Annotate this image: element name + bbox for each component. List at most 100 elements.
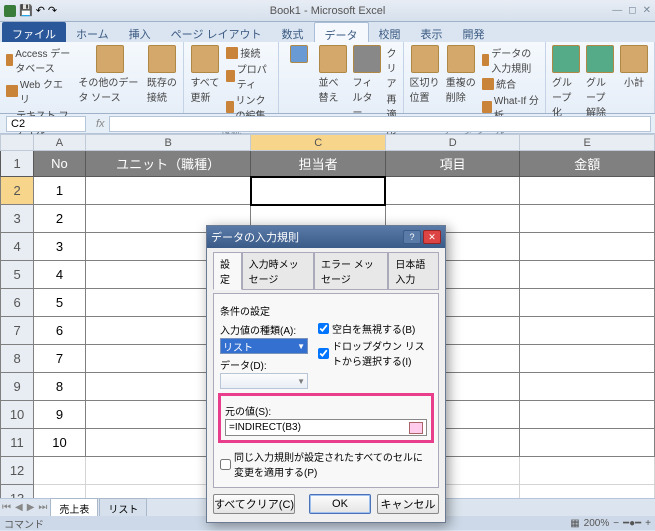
sheet-nav-first-icon[interactable]: ⏮: [0, 502, 13, 513]
row-header-7[interactable]: 7: [1, 317, 34, 345]
zoom-in-icon[interactable]: +: [645, 518, 651, 529]
row-header-5[interactable]: 5: [1, 261, 34, 289]
dropdown-checkbox[interactable]: [318, 348, 329, 359]
hdr-person[interactable]: 担当者: [251, 151, 386, 177]
row-header-9[interactable]: 9: [1, 373, 34, 401]
col-header-d[interactable]: D: [385, 135, 520, 151]
row-header-2[interactable]: 2: [1, 177, 34, 205]
cell-a6[interactable]: 5: [34, 289, 86, 317]
row-header-12[interactable]: 12: [1, 457, 34, 485]
cell-b2[interactable]: [85, 177, 251, 205]
range-picker-icon[interactable]: [409, 422, 423, 434]
cell-a5[interactable]: 4: [34, 261, 86, 289]
sort-az-button[interactable]: [285, 45, 313, 63]
cell[interactable]: [520, 373, 655, 401]
ignore-blank-checkbox[interactable]: [318, 323, 329, 334]
cell-e2[interactable]: [520, 177, 655, 205]
sheet-tab-2[interactable]: リスト: [99, 498, 147, 518]
fx-icon[interactable]: fx: [92, 118, 109, 130]
name-box[interactable]: C2: [6, 116, 86, 132]
clear-all-button[interactable]: すべてクリア(C): [213, 494, 295, 514]
data-combo[interactable]: ▼: [220, 373, 308, 389]
cell[interactable]: [34, 457, 86, 485]
col-header-b[interactable]: B: [85, 135, 251, 151]
col-header-a[interactable]: A: [34, 135, 86, 151]
dialog-close-icon[interactable]: ✕: [423, 230, 441, 244]
tab-view[interactable]: 表示: [411, 22, 453, 42]
applyall-checkbox[interactable]: [220, 459, 231, 470]
dialog-tab-input[interactable]: 入力時メッセージ: [242, 252, 314, 290]
sheet-nav-last-icon[interactable]: ⏭: [36, 502, 49, 513]
view-normal-icon[interactable]: ▦: [570, 518, 579, 529]
cell[interactable]: [520, 233, 655, 261]
dup-button[interactable]: 重複の削除: [446, 45, 476, 104]
formula-bar[interactable]: [109, 116, 651, 132]
dialog-tab-error[interactable]: エラー メッセージ: [314, 252, 388, 290]
subtotal-button[interactable]: 小計: [620, 45, 648, 89]
filter-button[interactable]: フィルター: [353, 45, 381, 119]
cell-a11[interactable]: 10: [34, 429, 86, 457]
group-button[interactable]: グループ化: [552, 45, 580, 119]
cell-a7[interactable]: 6: [34, 317, 86, 345]
dialog-titlebar[interactable]: データの入力規則 ? ✕: [207, 226, 445, 248]
source-input[interactable]: =INDIRECT(B3): [225, 419, 427, 436]
cell-a8[interactable]: 7: [34, 345, 86, 373]
zoom-slider[interactable]: ━●━: [623, 518, 641, 529]
row-header-1[interactable]: 1: [1, 151, 34, 177]
ok-button[interactable]: OK: [309, 494, 371, 514]
tab-pagelayout[interactable]: ページ レイアウト: [161, 22, 272, 42]
col-header-c[interactable]: C: [251, 135, 386, 151]
hdr-unit[interactable]: ユニット（職種）: [85, 151, 251, 177]
cell-a3[interactable]: 2: [34, 205, 86, 233]
save-icon[interactable]: 💾: [19, 4, 33, 17]
hdr-no[interactable]: No: [34, 151, 86, 177]
col-header-e[interactable]: E: [520, 135, 655, 151]
cell[interactable]: [520, 289, 655, 317]
undo-icon[interactable]: ↶: [36, 4, 45, 17]
tab-formulas[interactable]: 数式: [272, 22, 314, 42]
cell[interactable]: [520, 429, 655, 457]
cell-a10[interactable]: 9: [34, 401, 86, 429]
dialog-tab-settings[interactable]: 設定: [213, 252, 242, 290]
zoom-level[interactable]: 200%: [584, 518, 610, 529]
cell[interactable]: [520, 457, 655, 485]
cell-c2[interactable]: [251, 177, 386, 205]
zoom-out-icon[interactable]: −: [613, 518, 619, 529]
hdr-item[interactable]: 項目: [385, 151, 520, 177]
cell[interactable]: [520, 401, 655, 429]
cell-a9[interactable]: 8: [34, 373, 86, 401]
row-header-10[interactable]: 10: [1, 401, 34, 429]
row-header-11[interactable]: 11: [1, 429, 34, 457]
row-header-8[interactable]: 8: [1, 345, 34, 373]
sheet-nav-next-icon[interactable]: ▶: [25, 502, 37, 513]
dialog-help-icon[interactable]: ?: [403, 230, 421, 244]
cell[interactable]: [520, 345, 655, 373]
hdr-amount[interactable]: 金額: [520, 151, 655, 177]
close-icon[interactable]: ✕: [643, 5, 651, 16]
cell[interactable]: [520, 261, 655, 289]
select-all-corner[interactable]: [1, 135, 34, 151]
dialog-tab-ime[interactable]: 日本語入力: [388, 252, 439, 290]
cell-a2[interactable]: 1: [34, 177, 86, 205]
cell[interactable]: [520, 205, 655, 233]
cancel-button[interactable]: キャンセル: [377, 494, 439, 514]
cell-d2[interactable]: [385, 177, 520, 205]
minimize-icon[interactable]: ―: [612, 5, 622, 16]
sheet-tab-1[interactable]: 売上表: [50, 498, 98, 518]
existing-conn-button[interactable]: 既存の接続: [147, 45, 178, 104]
row-header-6[interactable]: 6: [1, 289, 34, 317]
tab-dev[interactable]: 開発: [453, 22, 495, 42]
tab-home[interactable]: ホーム: [66, 22, 119, 42]
maximize-icon[interactable]: ◻: [628, 5, 636, 16]
tab-data[interactable]: データ: [314, 22, 369, 42]
row-header-3[interactable]: 3: [1, 205, 34, 233]
other-source-button[interactable]: その他のデータ ソース: [78, 45, 141, 104]
sheet-nav-prev-icon[interactable]: ◀: [13, 502, 25, 513]
cell[interactable]: [520, 317, 655, 345]
refresh-button[interactable]: すべて更新: [190, 45, 220, 104]
tab-insert[interactable]: 挿入: [119, 22, 161, 42]
cell-a4[interactable]: 3: [34, 233, 86, 261]
redo-icon[interactable]: ↷: [48, 4, 57, 17]
tab-file[interactable]: ファイル: [2, 22, 66, 42]
tab-review[interactable]: 校閲: [369, 22, 411, 42]
